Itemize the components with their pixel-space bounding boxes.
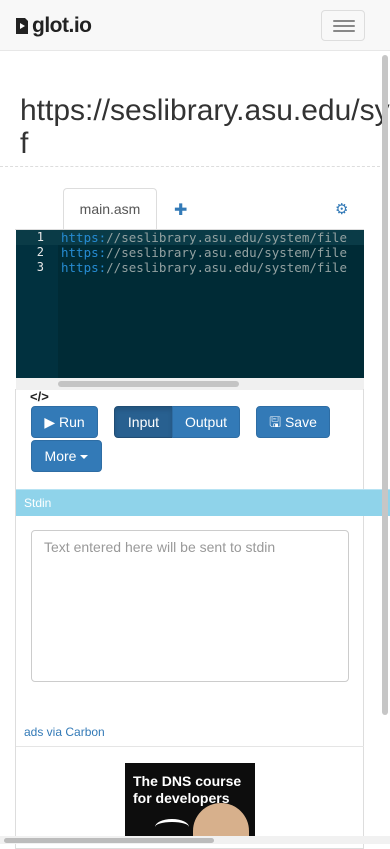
ad-arrow-icon (155, 819, 189, 835)
play-icon: ▶ (44, 414, 56, 430)
output-tab-button[interactable]: Output (172, 406, 240, 438)
play-file-icon (16, 18, 28, 34)
ad-text: The DNS course for developers (133, 773, 242, 806)
title-divider (0, 166, 380, 167)
more-dropdown-button[interactable]: More (31, 440, 102, 472)
brand-name: glot.io (32, 14, 92, 37)
line-number: 2 (36, 245, 44, 259)
save-button[interactable]: 🖫 Save (256, 406, 330, 438)
page-title: https://seslibrary.asu.edu/sy f (20, 94, 390, 160)
editor-horizontal-scrollbar[interactable] (58, 381, 239, 387)
stdin-header: Stdin (16, 489, 390, 516)
ad-banner-image[interactable]: The DNS course for developers (125, 763, 255, 844)
navbar: glot.io (0, 0, 390, 51)
page-horizontal-scrollbar[interactable] (4, 838, 214, 843)
line-number: 3 (36, 260, 44, 274)
stdin-textarea[interactable]: Text entered here will be sent to stdin (31, 530, 349, 682)
menu-toggle-button[interactable] (321, 10, 365, 41)
page-title-line2: f (20, 127, 29, 160)
page-title-line1: https://seslibrary.asu.edu/sy (20, 94, 390, 127)
hamburger-menu-icon (333, 20, 355, 22)
code-line[interactable]: https://seslibrary.asu.edu/system/file (61, 230, 347, 245)
caret-down-icon (80, 455, 89, 460)
input-tab-button[interactable]: Input (114, 406, 173, 438)
code-line[interactable]: https://seslibrary.asu.edu/system/file (61, 260, 347, 275)
line-number: 1 (36, 230, 44, 244)
run-button[interactable]: ▶ Run (31, 406, 98, 438)
add-file-icon[interactable]: ✚ (174, 200, 187, 220)
code-line[interactable]: https://seslibrary.asu.edu/system/file (61, 245, 347, 260)
settings-gear-icon[interactable]: ⚙ (335, 200, 348, 218)
brand-logo[interactable]: glot.io (14, 13, 92, 39)
page-vertical-scrollbar[interactable] (382, 55, 388, 715)
tab-main-asm[interactable]: main.asm (63, 188, 157, 231)
code-editor[interactable]: 1 2 3 https://seslibrary.asu.edu/system/… (16, 230, 364, 389)
ads-divider (16, 746, 364, 747)
editor-tabs: </> main.asm ✚ ⚙ (15, 188, 364, 404)
ads-via-carbon-link[interactable]: ads via Carbon (24, 725, 105, 739)
floppy-disk-icon: 🖫 (269, 414, 282, 430)
